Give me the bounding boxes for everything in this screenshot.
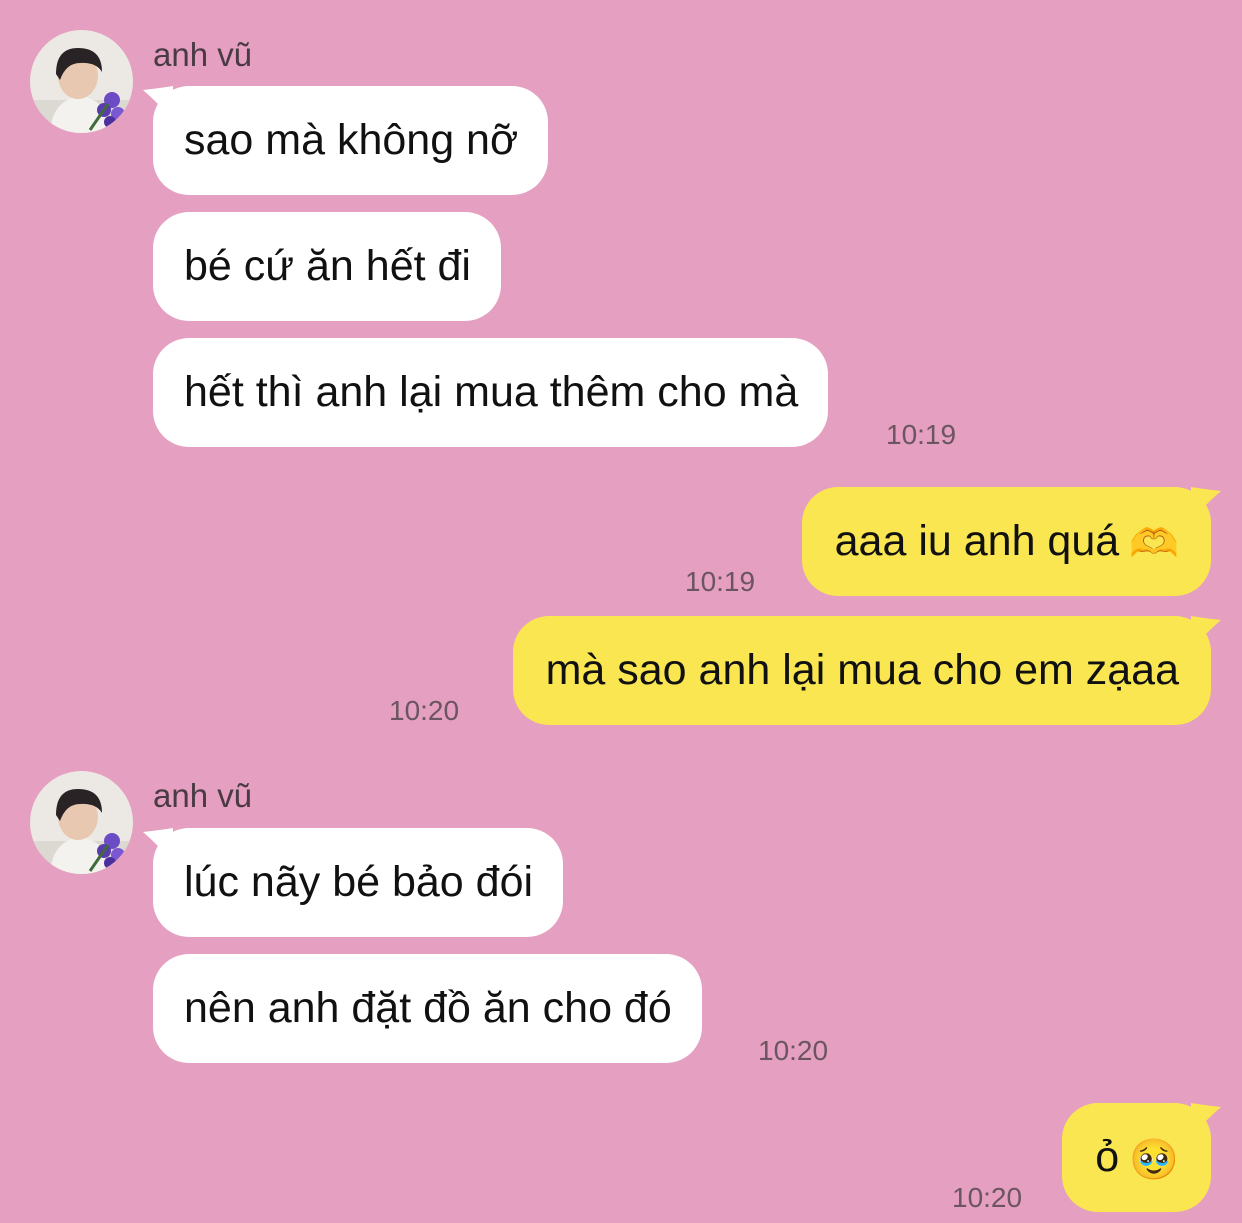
sender-name: anh vũ <box>153 777 253 814</box>
incoming-message-bubble[interactable]: hết thì anh lại mua thêm cho mà <box>153 338 829 447</box>
incoming-message-bubble[interactable]: lúc nãy bé bảo đói <box>143 828 564 937</box>
outgoing-message-bubble[interactable]: ỏ 🥹 <box>1062 1103 1221 1212</box>
message-timestamp: 10:20 <box>389 695 460 726</box>
bubble-tail <box>1191 616 1221 650</box>
message-text: lúc nãy bé bảo đói <box>184 858 534 906</box>
outgoing-message-bubble[interactable]: mà sao anh lại mua cho em zạaa <box>512 616 1221 725</box>
avatar[interactable] <box>30 30 133 133</box>
sender-name: anh vũ <box>153 36 253 73</box>
message-timestamp: 10:19 <box>685 566 756 597</box>
message-text: hết thì anh lại mua thêm cho mà <box>184 368 799 416</box>
message-text: mà sao anh lại mua cho em zạaa <box>545 646 1179 694</box>
holding-back-tears-emoji-icon: 🥹 <box>1129 1136 1179 1183</box>
message-timestamp: 10:20 <box>952 1182 1023 1213</box>
message-text: aaa iu anh quá <box>834 517 1120 565</box>
message-timestamp: 10:19 <box>886 419 957 450</box>
bubble-tail <box>143 86 173 120</box>
incoming-message-bubble[interactable]: nên anh đặt đồ ăn cho đó <box>153 954 702 1063</box>
outgoing-message-bubble[interactable]: aaa iu anh quá 🫶 <box>801 487 1221 596</box>
bubble-tail <box>1191 487 1221 521</box>
message-text: ỏ <box>1095 1133 1120 1181</box>
avatar[interactable] <box>30 771 133 874</box>
heart-hands-emoji-icon: 🫶 <box>1129 520 1179 567</box>
message-timestamp: 10:20 <box>758 1035 829 1066</box>
message-text: nên anh đặt đồ ăn cho đó <box>184 984 672 1032</box>
incoming-message-bubble[interactable]: bé cứ ăn hết đi <box>153 212 501 321</box>
bubble-tail <box>1191 1103 1221 1137</box>
message-text: sao mà không nỡ <box>184 116 519 164</box>
incoming-message-bubble[interactable]: sao mà không nỡ <box>143 86 549 195</box>
message-text: bé cứ ăn hết đi <box>184 242 471 290</box>
bubble-tail <box>143 828 173 862</box>
